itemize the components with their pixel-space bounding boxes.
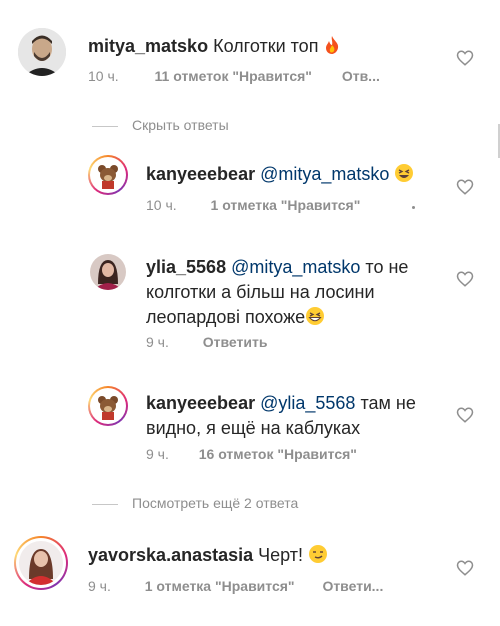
laughing-emoji — [394, 163, 414, 190]
divider — [92, 503, 118, 505]
avatar[interactable] — [18, 28, 66, 76]
heart-outline-icon[interactable] — [456, 270, 474, 288]
view-more-label: Посмотреть ещё 2 ответа — [132, 495, 299, 511]
mention-link[interactable]: @mitya_matsko — [260, 164, 389, 184]
comment-text: видно, я ещё на каблуках — [146, 418, 361, 438]
likes-count[interactable]: 16 отметок "Нравится" — [199, 446, 357, 462]
username[interactable]: kanyeeebear — [146, 393, 255, 413]
username[interactable]: yavorska.anastasia — [88, 545, 253, 565]
avatar-story-ring[interactable] — [88, 386, 128, 426]
comment-time: 9 ч. — [88, 578, 111, 594]
comment-time: 9 ч. — [146, 334, 169, 350]
avatar — [92, 159, 124, 191]
username[interactable]: mitya_matsko — [88, 36, 208, 56]
username[interactable]: kanyeeebear — [146, 164, 255, 184]
divider — [92, 125, 118, 127]
comment-time: 10 ч. — [88, 68, 119, 84]
more-dots[interactable] — [412, 206, 415, 209]
avatar — [19, 541, 63, 585]
heart-outline-icon[interactable] — [456, 178, 474, 196]
mention-link[interactable]: @mitya_matsko — [231, 257, 360, 277]
hide-replies-button[interactable]: Скрыть ответы — [92, 116, 229, 134]
comment-text: то не — [365, 257, 409, 277]
smirk-emoji — [308, 544, 328, 571]
reply-button[interactable]: Ответить — [203, 334, 268, 350]
avatar-story-ring[interactable] — [14, 536, 68, 590]
likes-count[interactable]: 11 отметок "Нравится" — [155, 68, 312, 84]
comment-text: леопардові похоже — [146, 307, 306, 327]
mention-link[interactable]: @ylia_5568 — [260, 393, 355, 413]
heart-outline-icon[interactable] — [456, 559, 474, 577]
avatar[interactable] — [90, 254, 126, 290]
comment-time: 10 ч. — [146, 197, 177, 213]
heart-outline-icon[interactable] — [456, 406, 474, 424]
hide-replies-label: Скрыть ответы — [132, 117, 229, 133]
comment-time: 9 ч. — [146, 446, 169, 462]
comment-text: там не — [360, 393, 416, 413]
grinning-squint-emoji — [305, 306, 325, 333]
avatar — [92, 390, 124, 422]
likes-count[interactable]: 1 отметка "Нравится" — [145, 578, 295, 594]
heart-outline-icon[interactable] — [456, 49, 474, 67]
comment-text: колготки а більш на лосини — [146, 282, 375, 302]
reply-button[interactable]: Ответи... — [322, 578, 383, 594]
avatar-story-ring[interactable] — [88, 155, 128, 195]
comment-text: Черт! — [258, 545, 304, 565]
view-more-replies-button[interactable]: Посмотреть ещё 2 ответа — [92, 494, 298, 512]
comment-text: Колготки топ — [213, 36, 319, 56]
reply-button[interactable]: Отв... — [342, 68, 380, 84]
likes-count[interactable]: 1 отметка "Нравится" — [211, 197, 361, 213]
fire-emoji — [323, 35, 341, 62]
username[interactable]: ylia_5568 — [146, 257, 226, 277]
